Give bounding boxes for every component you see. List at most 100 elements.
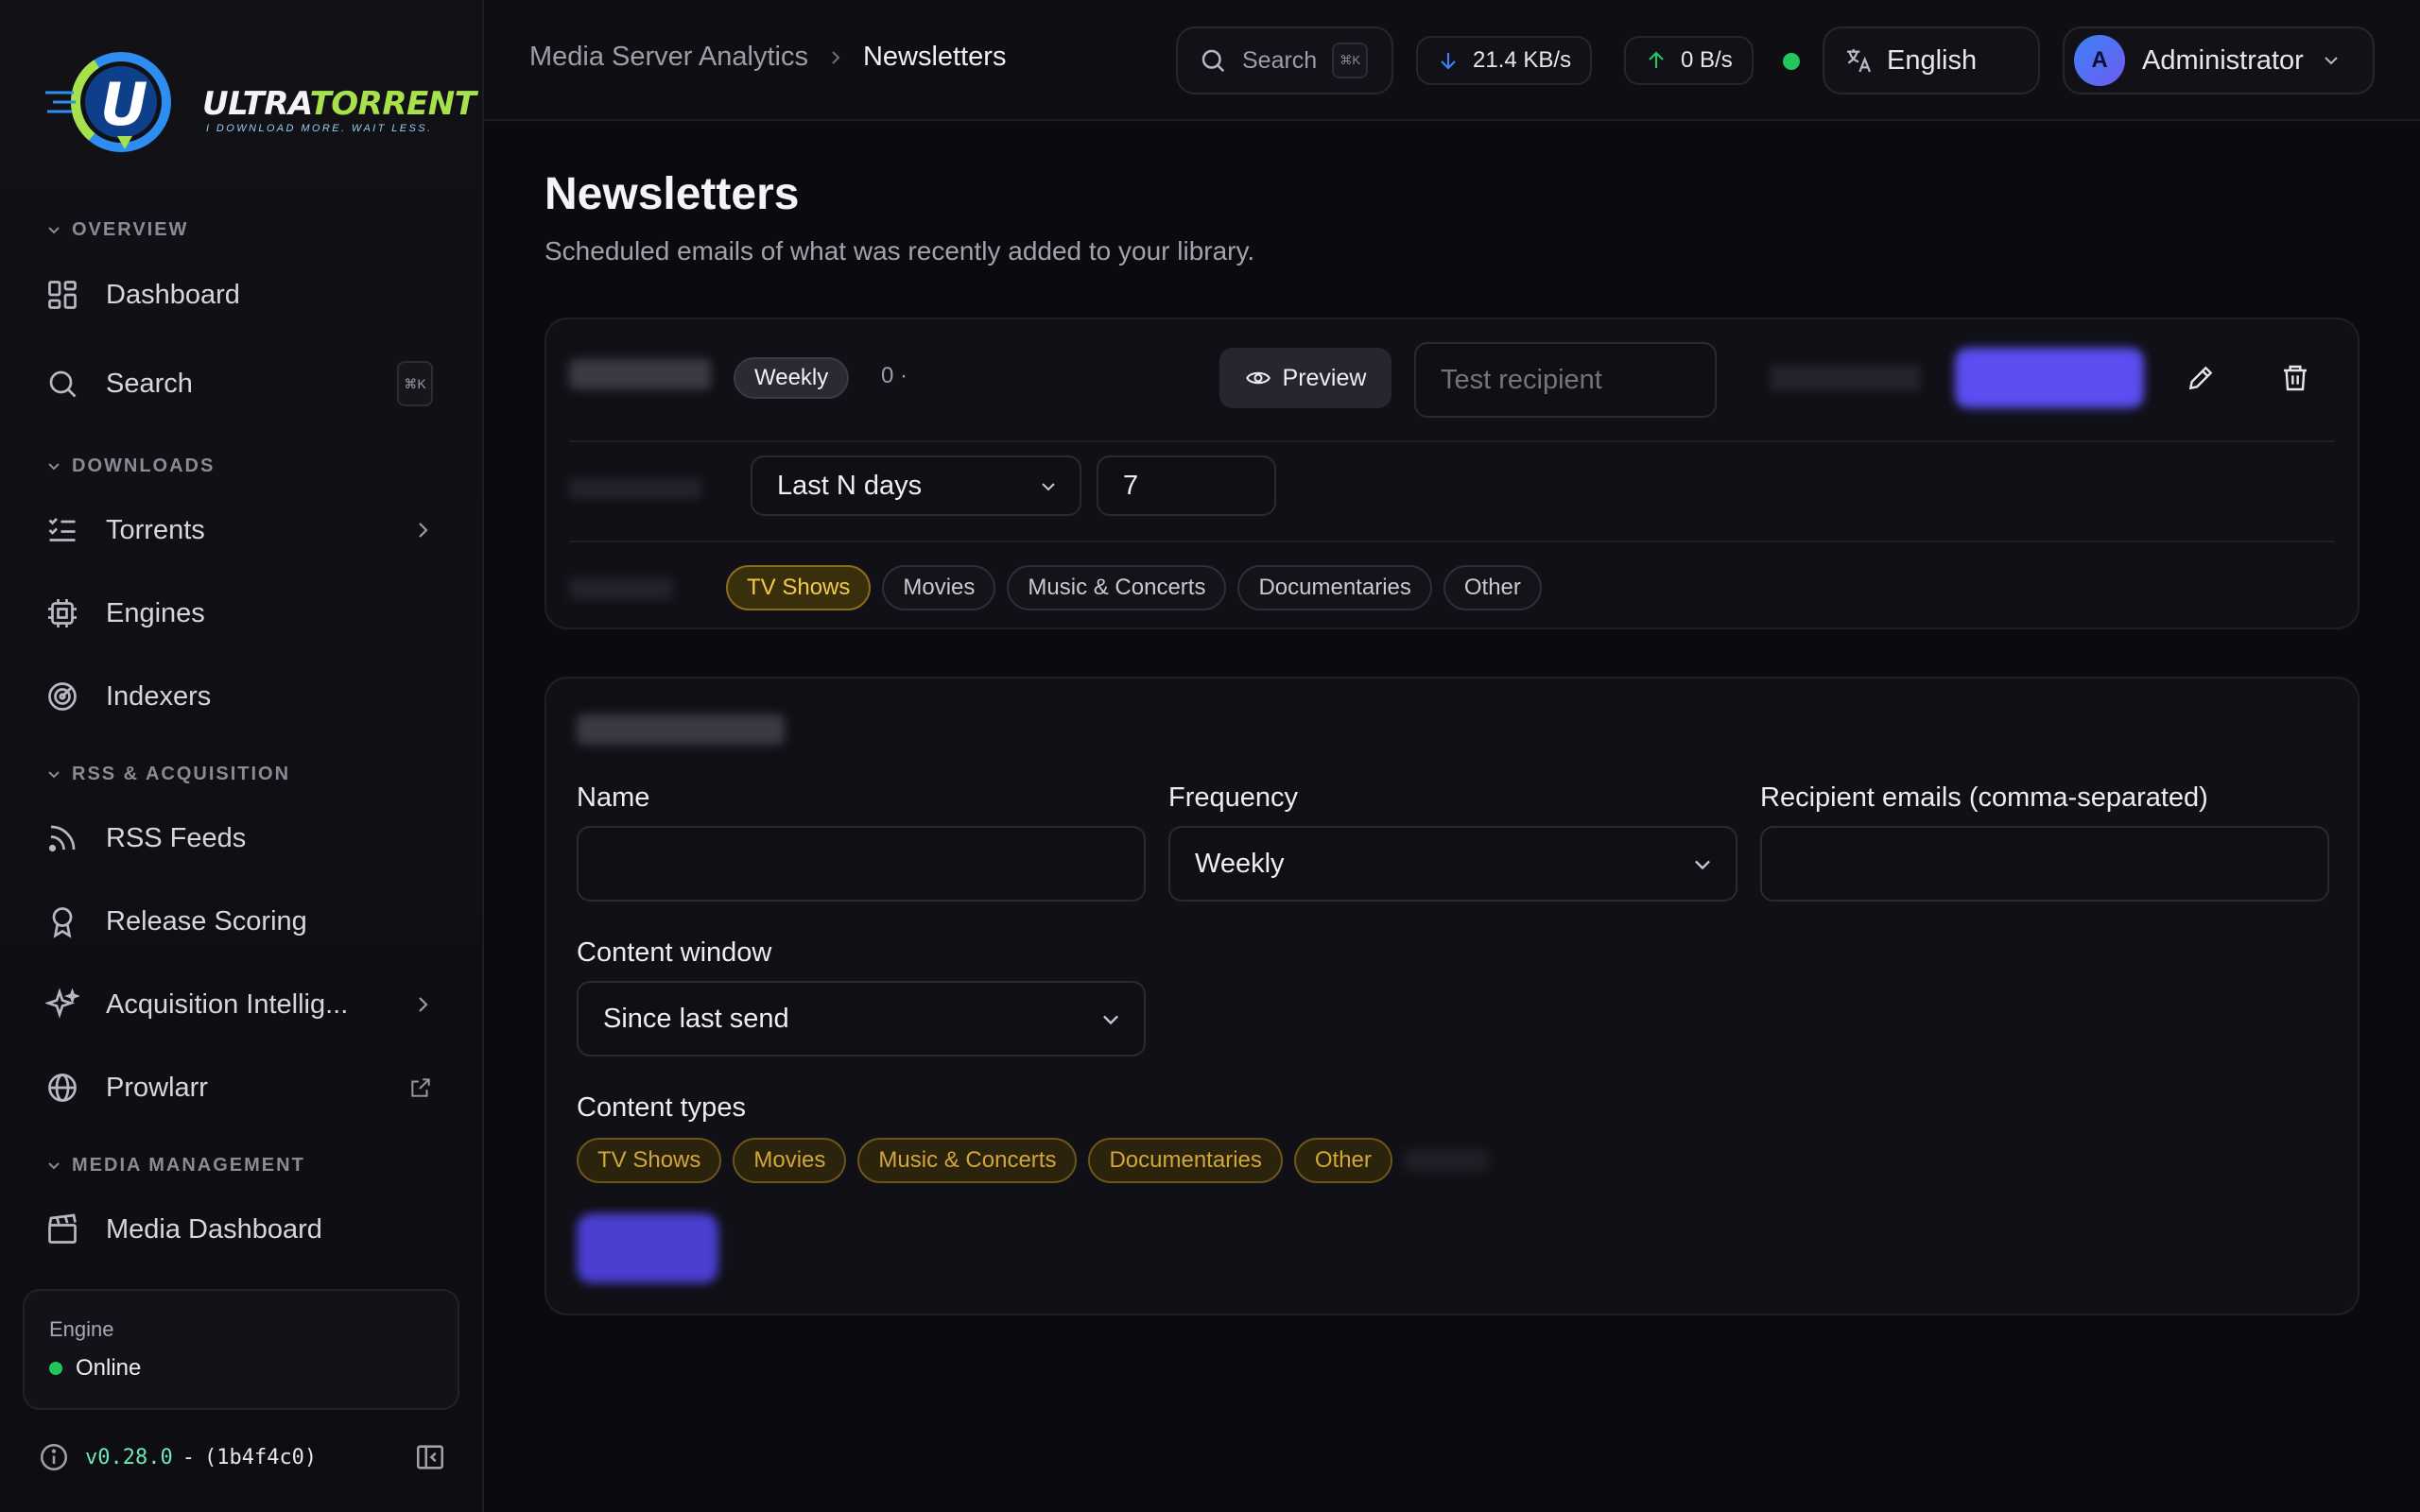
chip-movies[interactable]: Movies — [733, 1138, 847, 1183]
edit-icon[interactable] — [2186, 363, 2216, 393]
send-test-button[interactable] — [1770, 365, 1921, 391]
sidebar-item-dashboard[interactable]: Dashboard — [25, 261, 450, 329]
shortcut-badge: ⌘K — [397, 361, 433, 406]
sidebar-item-acquisition-intelligence[interactable]: Acquisition Intellig... — [25, 971, 450, 1039]
search-icon — [49, 370, 77, 398]
chevron-down-icon — [48, 770, 60, 778]
section-overview[interactable]: OVERVIEW — [47, 219, 188, 241]
section-label: RSS & ACQUISITION — [72, 764, 291, 784]
online-dot-icon — [49, 1362, 62, 1375]
download-speed: 21.4 KB/s — [1416, 36, 1593, 85]
sidebar-item-media-dashboard[interactable]: Media Dashboard — [25, 1195, 450, 1263]
engine-status: Online — [49, 1355, 433, 1382]
download-speed-value: 21.4 KB/s — [1473, 47, 1572, 73]
collapse-sidebar-icon[interactable] — [414, 1441, 446, 1473]
shortcut-badge: ⌘K — [1332, 43, 1369, 78]
days-value: 7 — [1123, 470, 1139, 501]
info-icon[interactable] — [38, 1441, 70, 1473]
chip-music-concerts[interactable]: Music & Concerts — [1007, 565, 1227, 610]
chevron-down-icon — [1042, 483, 1055, 491]
send-now-button[interactable] — [1955, 348, 2144, 408]
frequency-badge: Weekly — [734, 357, 850, 399]
sidebar-item-release-scoring[interactable]: Release Scoring — [25, 887, 450, 955]
chip-tv-shows[interactable]: TV Shows — [726, 565, 872, 610]
language-selector[interactable]: English — [1823, 26, 2040, 94]
chevron-down-icon — [1695, 860, 1710, 870]
topbar: Media Server Analytics Newsletters Searc… — [484, 0, 2420, 121]
new-newsletter-form: Name Frequency Weekly Recipient emails (… — [544, 677, 2360, 1315]
build-hash: (1b4f4c0) — [203, 1445, 318, 1469]
chip-documentaries[interactable]: Documentaries — [1237, 565, 1432, 610]
list-icon — [48, 518, 76, 541]
award-icon — [52, 907, 73, 938]
search-icon — [1201, 49, 1225, 73]
page-title: Newsletters — [544, 169, 800, 219]
translate-icon — [1847, 49, 1872, 73]
create-button[interactable] — [577, 1213, 718, 1283]
app-logo[interactable]: U ULTRATORRENT I DOWNLOAD MORE. WAIT LES… — [43, 45, 476, 159]
frequency-select[interactable]: Weekly — [1168, 826, 1737, 902]
content-window-select[interactable]: Last N days — [751, 455, 1081, 516]
sidebar-item-torrents[interactable]: Torrents — [25, 496, 450, 564]
user-name: Administrator — [2142, 44, 2304, 76]
version-info: v0.28.0 - (1b4f4c0) — [38, 1438, 446, 1476]
section-rss-acquisition[interactable]: RSS & ACQUISITION — [47, 764, 290, 785]
content-window-select[interactable]: Since last send — [577, 981, 1146, 1057]
globe-icon — [48, 1074, 77, 1102]
divider — [569, 440, 2335, 442]
search-label: Search — [1242, 46, 1318, 74]
arrow-down-icon — [1441, 53, 1456, 70]
logo-wordmark: ULTRATORRENT — [202, 85, 476, 123]
external-link-icon — [411, 1078, 430, 1097]
chevron-down-icon — [1103, 1015, 1118, 1025]
content-type-chips: TV Shows Movies Music & Concerts Documen… — [726, 565, 1542, 610]
chip-documentaries[interactable]: Documentaries — [1088, 1138, 1283, 1183]
newsletter-name — [569, 359, 711, 389]
newsletter-count: 0 · — [881, 363, 908, 388]
sidebar-item-engines[interactable]: Engines — [25, 579, 450, 647]
radar-icon — [48, 682, 77, 711]
chevron-right-icon — [832, 50, 840, 64]
chevron-down-icon — [48, 462, 60, 470]
trash-icon[interactable] — [2280, 363, 2310, 393]
preview-button[interactable]: Preview — [1219, 348, 1392, 408]
chevron-right-icon — [419, 997, 428, 1012]
recipients-input[interactable] — [1760, 826, 2329, 902]
chip-other[interactable]: Other — [1293, 1138, 1392, 1183]
chip-other[interactable]: Other — [1443, 565, 1542, 610]
section-media-management[interactable]: MEDIA MANAGEMENT — [47, 1155, 305, 1177]
language-label: English — [1887, 44, 1978, 76]
section-downloads[interactable]: DOWNLOADS — [47, 455, 215, 477]
chevron-down-icon — [48, 1161, 60, 1169]
sidebar-item-indexers[interactable]: Indexers — [25, 662, 450, 730]
global-search-button[interactable]: Search ⌘K — [1176, 26, 1393, 94]
sidebar-item-prowlarr[interactable]: Prowlarr — [25, 1054, 450, 1122]
recipients-label: Recipient emails (comma-separated) — [1760, 782, 2208, 813]
days-input[interactable]: 7 — [1097, 455, 1276, 516]
version-number: v0.28.0 — [85, 1445, 173, 1469]
divider — [569, 541, 2335, 542]
test-recipient-input[interactable] — [1414, 342, 1717, 418]
logo-tagline: I DOWNLOAD MORE. WAIT LESS. — [206, 123, 433, 134]
content-types-label — [569, 578, 673, 599]
sidebar-item-label: Engines — [106, 597, 205, 628]
content-types-label: Content types — [577, 1092, 746, 1123]
user-menu[interactable]: A Administrator — [2063, 26, 2375, 94]
content-window-value: Since last send — [603, 1003, 789, 1034]
sidebar-item-rss-feeds[interactable]: RSS Feeds — [25, 804, 450, 872]
name-input[interactable] — [577, 826, 1146, 902]
chip-tv-shows[interactable]: TV Shows — [577, 1138, 722, 1183]
eye-icon — [1245, 371, 1270, 385]
types-count — [1403, 1150, 1489, 1171]
sidebar: U ULTRATORRENT I DOWNLOAD MORE. WAIT LES… — [0, 0, 484, 1512]
engine-status-text: Online — [76, 1355, 142, 1381]
chip-music-concerts[interactable]: Music & Concerts — [857, 1138, 1078, 1183]
page-subtitle: Scheduled emails of what was recently ad… — [544, 236, 1255, 266]
section-label: DOWNLOADS — [72, 455, 216, 476]
breadcrumb-parent[interactable]: Media Server Analytics — [529, 42, 808, 73]
sparkles-icon — [45, 988, 79, 1019]
main-content: Newsletters Scheduled emails of what was… — [484, 123, 2420, 1512]
sidebar-item-search[interactable]: Search ⌘K — [25, 350, 450, 418]
chip-movies[interactable]: Movies — [882, 565, 996, 610]
content-window-label — [569, 478, 701, 499]
